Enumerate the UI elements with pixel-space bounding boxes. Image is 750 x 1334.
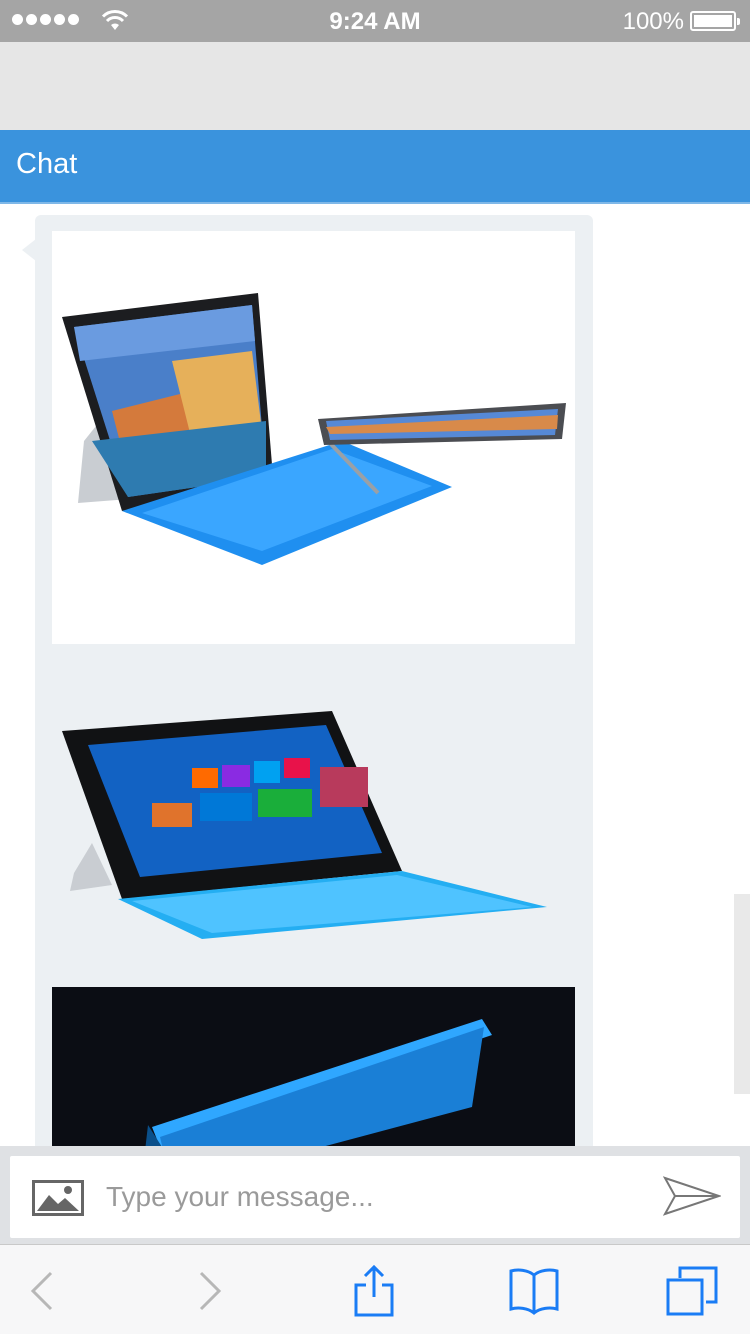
message-composer <box>0 1146 750 1244</box>
surface-tablet-photo-2[interactable] <box>52 663 575 983</box>
status-bar: 9:24 AM 100% <box>0 0 750 42</box>
message-bubble <box>35 215 593 1146</box>
browser-nav-area <box>0 42 750 130</box>
message-list[interactable] <box>0 206 750 1146</box>
image-icon[interactable] <box>32 1180 84 1216</box>
scrollbar-thumb[interactable] <box>734 894 750 1094</box>
forward-icon <box>199 1271 222 1311</box>
bookmarks-icon <box>509 1268 559 1315</box>
message-input-box <box>10 1156 740 1238</box>
message-input[interactable] <box>106 1170 626 1224</box>
back-button[interactable] <box>14 1263 70 1319</box>
tabs-icon <box>666 1266 718 1316</box>
tablet-illustration <box>145 1019 492 1146</box>
send-button[interactable] <box>662 1176 723 1218</box>
chat-header: Chat <box>0 130 750 204</box>
tablet-illustration <box>62 293 566 565</box>
surface-tablet-photo-3[interactable] <box>52 987 575 1146</box>
bookmarks-button[interactable] <box>506 1263 562 1319</box>
tablet-illustration <box>62 711 547 939</box>
chat-screen: 9:24 AM 100% Chat <box>0 0 750 1334</box>
bubble-tail <box>22 239 36 261</box>
share-button[interactable] <box>346 1263 402 1319</box>
surface-tablet-photo-1[interactable] <box>52 231 575 644</box>
browser-toolbar <box>0 1244 750 1334</box>
tabs-button[interactable] <box>664 1263 720 1319</box>
forward-button[interactable] <box>182 1263 238 1319</box>
share-icon <box>354 1265 394 1317</box>
back-icon <box>30 1271 53 1311</box>
page-title: Chat <box>16 148 78 180</box>
paper-plane-icon <box>662 1176 723 1216</box>
battery-percentage: 100% <box>622 8 684 35</box>
battery-icon <box>690 11 740 31</box>
